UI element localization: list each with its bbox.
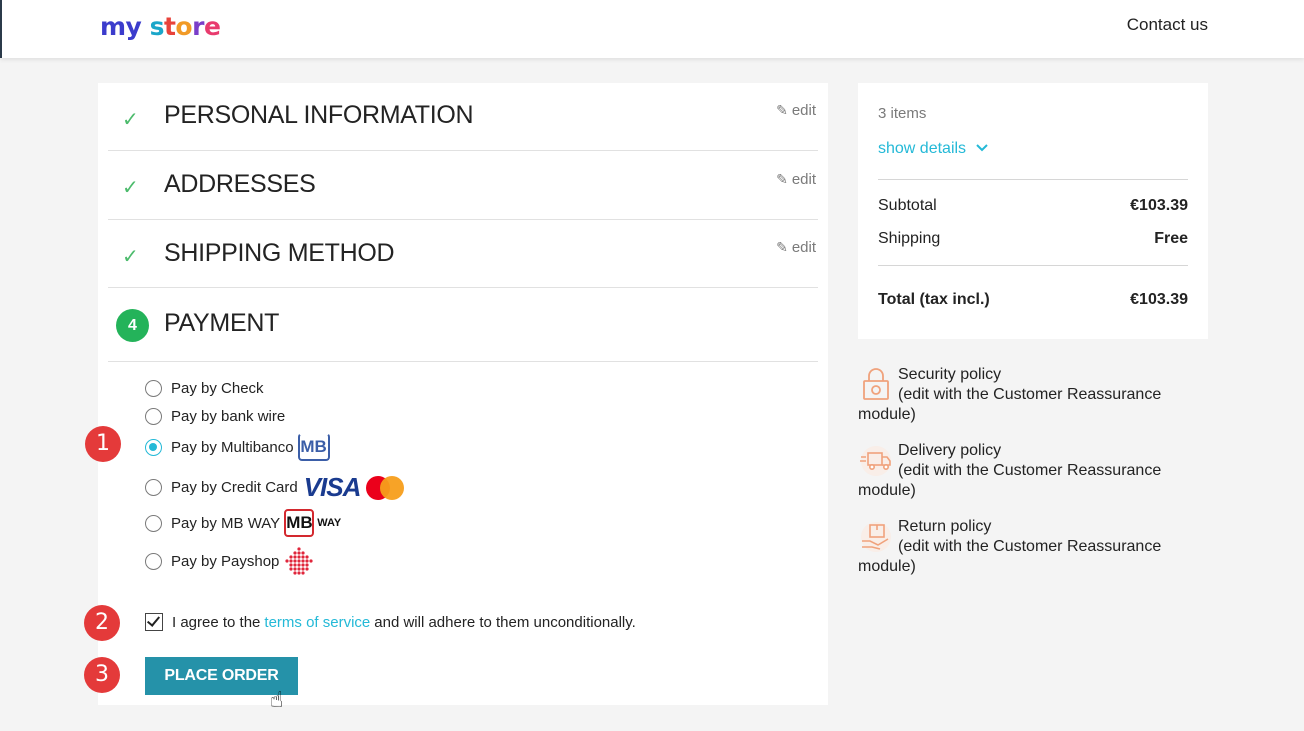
step-number-badge: 4: [116, 309, 149, 342]
total-value: €103.39: [1130, 291, 1188, 308]
order-summary: 3 items show details Subtotal €103.39 Sh…: [858, 83, 1208, 339]
edit-label: edit: [791, 102, 816, 119]
payment-option-check[interactable]: Pay by Check: [145, 380, 264, 397]
logo-part: my: [100, 12, 142, 41]
reassurance-title: Return policy: [898, 518, 992, 535]
edit-label: edit: [791, 171, 816, 188]
reassurance-title: Security policy: [898, 366, 1002, 383]
radio-button[interactable]: [145, 514, 162, 532]
multibanco-logo-icon: MB: [297, 433, 330, 461]
reassurance-security: Security policy (edit with the Customer …: [858, 365, 1208, 425]
truck-icon: [860, 446, 891, 476]
payment-option-label: Pay by Credit Card: [171, 479, 298, 496]
logo-part: e: [203, 12, 221, 41]
check-icon: ✓: [122, 246, 139, 268]
lock-icon: [863, 368, 889, 400]
hand-cursor-icon: ☝: [270, 687, 284, 712]
pencil-icon: ✎: [776, 239, 788, 255]
terms-suffix: and will adhere to them unconditionally.: [374, 613, 636, 631]
terms-checkbox[interactable]: [145, 613, 163, 631]
step-addresses[interactable]: ✓ ADDRESSES ✎ edit: [108, 151, 818, 220]
reassurance-desc: (edit with the Customer Reassurance: [898, 386, 1162, 403]
logo-part: o: [175, 12, 193, 41]
total-label: Total (tax incl.): [878, 291, 990, 308]
contact-us-link[interactable]: Contact us: [1127, 15, 1208, 35]
total-row: Total (tax incl.) €103.39: [878, 291, 1188, 309]
visa-logo-icon: VISA: [303, 472, 362, 502]
step-title: PAYMENT: [164, 309, 280, 337]
payment-option-credit-card[interactable]: Pay by Credit Card VISA: [145, 472, 406, 503]
chevron-down-icon: [975, 144, 988, 152]
annotation-badge-1: 1: [85, 426, 121, 462]
payment-option-label: Pay by Multibanco: [171, 438, 294, 456]
annotation-badge-3: 3: [84, 657, 120, 693]
divider: [878, 179, 1188, 180]
payment-option-label: Pay by Payshop: [171, 552, 280, 570]
payment-option-multibanco[interactable]: Pay by Multibanco MB: [145, 433, 330, 461]
site-header: my store Contact us: [0, 0, 1304, 58]
subtotal-value: €103.39: [1130, 197, 1188, 214]
payment-option-label: Pay by MB WAY: [171, 514, 281, 532]
subtotal-label: Subtotal: [878, 197, 937, 214]
radio-button[interactable]: [145, 479, 162, 496]
shipping-label: Shipping: [878, 230, 941, 247]
reassurance-desc: module): [858, 406, 916, 423]
radio-button[interactable]: [145, 552, 162, 570]
step-title: ADDRESSES: [164, 170, 316, 198]
mbway-logo-box: MB: [284, 509, 315, 537]
annotation-badge-2: 2: [84, 605, 120, 641]
step-payment: 4 PAYMENT: [108, 288, 818, 362]
terms-of-service-link[interactable]: terms of service: [264, 614, 370, 631]
edit-link[interactable]: ✎ edit: [776, 239, 816, 256]
edit-link[interactable]: ✎ edit: [776, 171, 816, 188]
shipping-value: Free: [1154, 230, 1188, 247]
show-details-link[interactable]: show details: [878, 140, 989, 158]
checkout-steps-panel: ✓ PERSONAL INFORMATION ✎ edit ✓ ADDRESSES…: [98, 83, 828, 712]
reassurance-desc: (edit with the Customer Reassurance: [898, 538, 1162, 555]
edit-label: edit: [791, 239, 816, 256]
divider: [878, 265, 1188, 266]
mastercard-logo-icon: [366, 475, 406, 501]
payment-option-bank-wire[interactable]: Pay by bank wire: [145, 408, 285, 425]
radio-button-selected[interactable]: [145, 438, 162, 456]
check-icon: ✓: [122, 177, 139, 199]
reassurance-desc: module): [858, 558, 916, 575]
subtotal-row: Subtotal €103.39: [878, 197, 1188, 215]
payment-option-label: Pay by Check: [171, 380, 264, 397]
step-title: PERSONAL INFORMATION: [164, 101, 474, 129]
mbway-logo-suffix: WAY: [317, 517, 342, 529]
edit-link[interactable]: ✎ edit: [776, 102, 816, 119]
step-title: SHIPPING METHOD: [164, 239, 395, 267]
items-count: 3 items: [878, 105, 927, 122]
reassurance-title: Delivery policy: [898, 442, 1002, 459]
store-logo[interactable]: my store: [100, 12, 221, 41]
reassurance-desc: (edit with the Customer Reassurance: [898, 462, 1162, 479]
payment-option-payshop[interactable]: Pay by Payshop: [145, 546, 314, 576]
payment-option-mb-way[interactable]: Pay by MB WAY MB WAY: [145, 509, 341, 537]
reassurance-return: Return policy (edit with the Customer Re…: [858, 517, 1208, 577]
step-personal-information[interactable]: ✓ PERSONAL INFORMATION ✎ edit: [108, 83, 818, 151]
logo-part: t: [163, 12, 176, 41]
radio-button[interactable]: [145, 408, 162, 425]
return-package-icon: [861, 522, 891, 552]
terms-agreement: I agree to the terms of service and will…: [145, 613, 636, 631]
reassurance-delivery: Delivery policy (edit with the Customer …: [858, 441, 1208, 501]
payment-option-label: Pay by bank wire: [171, 408, 286, 425]
check-icon: ✓: [122, 109, 139, 131]
step-shipping-method[interactable]: ✓ SHIPPING METHOD ✎ edit: [108, 220, 818, 288]
pencil-icon: ✎: [776, 171, 788, 187]
payshop-logo-icon: [285, 547, 314, 575]
show-details-label: show details: [878, 140, 967, 157]
logo-part: r: [192, 12, 204, 41]
pencil-icon: ✎: [776, 102, 788, 118]
radio-button[interactable]: [145, 380, 162, 397]
shipping-row: Shipping Free: [878, 230, 1188, 248]
logo-part: s: [149, 12, 165, 41]
reassurance-desc: module): [858, 482, 916, 499]
mbway-logo-icon: MB WAY: [284, 509, 341, 537]
terms-prefix: I agree to the: [172, 613, 261, 631]
